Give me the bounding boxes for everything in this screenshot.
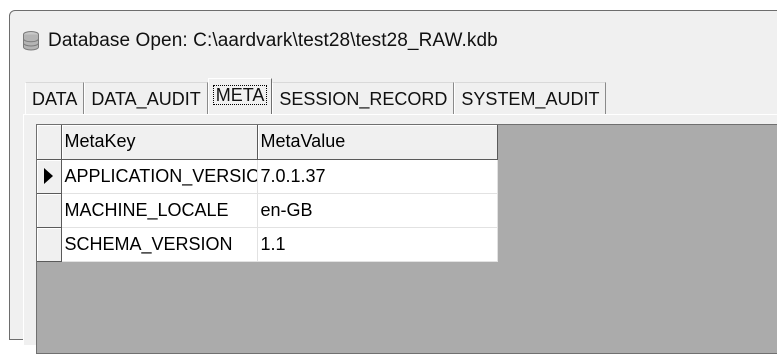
window-title: Database Open: C:\aardvark\test28\test28… [48, 30, 498, 51]
metavalue-cell[interactable]: 1.1 [257, 227, 498, 262]
tab-data-audit-label: DATA_AUDIT [91, 89, 201, 109]
grid-corner[interactable] [37, 125, 62, 160]
meta-table: MetaKey MetaValue APPLICATION_VERSION 7.… [37, 125, 498, 262]
row-indicator[interactable] [37, 159, 62, 194]
meta-data-grid[interactable]: MetaKey MetaValue APPLICATION_VERSION 7.… [36, 124, 777, 354]
tab-system-audit[interactable]: SYSTEM_AUDIT [454, 82, 607, 114]
tab-system-audit-label: SYSTEM_AUDIT [461, 89, 600, 109]
metavalue-cell[interactable]: 7.0.1.37 [257, 159, 498, 194]
current-row-arrow-icon [44, 168, 53, 184]
metakey-cell[interactable]: SCHEMA_VERSION [61, 227, 258, 262]
metakey-cell[interactable]: APPLICATION_VERSION [61, 159, 258, 194]
row-indicator[interactable] [37, 193, 62, 228]
table-row[interactable]: SCHEMA_VERSION 1.1 [37, 227, 498, 262]
tab-strip: DATA DATA_AUDIT META SESSION_RECORD SYST… [25, 78, 607, 115]
tab-data-label: DATA [32, 89, 78, 109]
database-icon [23, 30, 39, 50]
column-header-metavalue[interactable]: MetaValue [257, 125, 498, 160]
tab-meta[interactable]: META [207, 78, 273, 115]
row-indicator[interactable] [37, 227, 62, 262]
column-header-metakey[interactable]: MetaKey [61, 125, 258, 160]
metavalue-cell[interactable]: en-GB [257, 193, 498, 228]
database-window: Database Open: C:\aardvark\test28\test28… [9, 10, 777, 354]
tab-data-audit[interactable]: DATA_AUDIT [84, 82, 208, 114]
table-row[interactable]: MACHINE_LOCALE en-GB [37, 193, 498, 228]
metakey-cell[interactable]: MACHINE_LOCALE [61, 193, 258, 228]
header-row: MetaKey MetaValue [37, 125, 498, 160]
window-titlebar[interactable]: Database Open: C:\aardvark\test28\test28… [10, 11, 777, 67]
tab-data[interactable]: DATA [25, 82, 85, 114]
tab-meta-label: META [212, 85, 268, 105]
tab-session-record[interactable]: SESSION_RECORD [272, 82, 455, 114]
table-row[interactable]: APPLICATION_VERSION 7.0.1.37 [37, 159, 498, 194]
tab-panel-meta: MetaKey MetaValue APPLICATION_VERSION 7.… [23, 114, 777, 354]
tab-session-record-label: SESSION_RECORD [279, 89, 448, 109]
